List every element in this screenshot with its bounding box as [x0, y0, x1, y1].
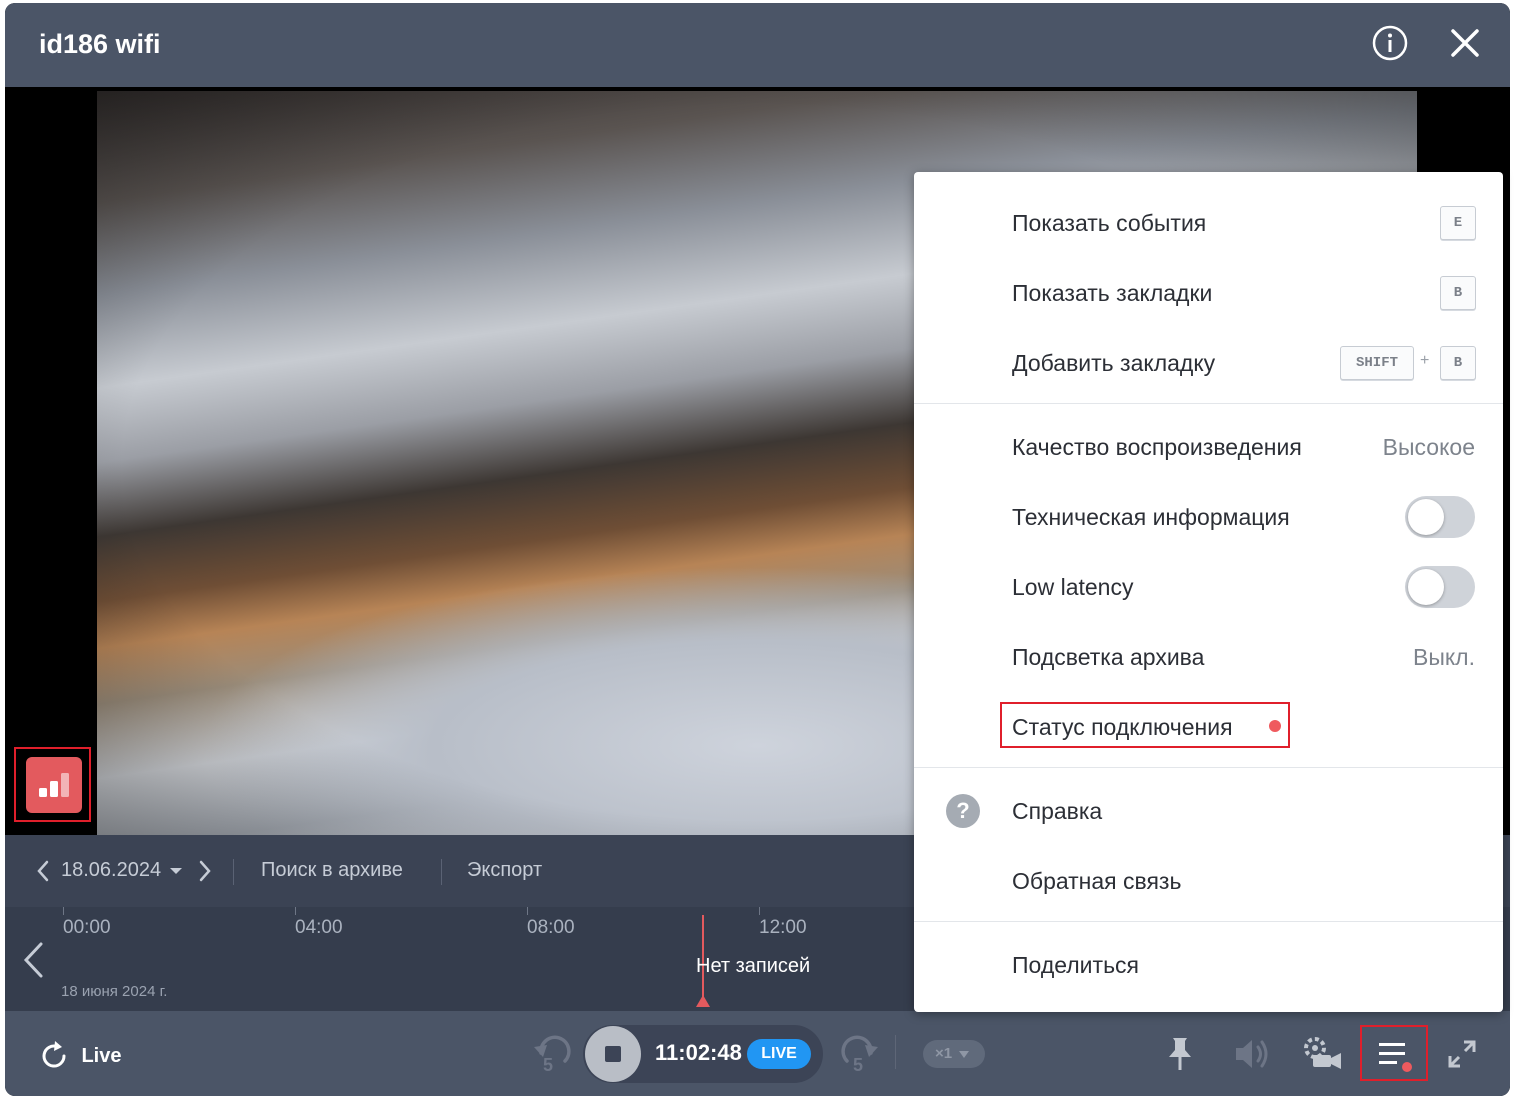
speed-selector[interactable]: ×1	[923, 1040, 985, 1068]
live-mode-button[interactable]: Live	[37, 1039, 121, 1073]
timeline-tick	[63, 907, 64, 915]
player-controls: Live 5 11:02:48 LIVE 5 ×1	[5, 1011, 1510, 1096]
current-time: 11:02:48	[655, 1040, 742, 1065]
prev-day-button[interactable]	[35, 859, 51, 889]
timeline-tick-label: 00:00	[63, 917, 111, 938]
hamburger-menu-icon	[1379, 1043, 1412, 1072]
menu-button[interactable]	[1375, 1037, 1415, 1073]
skip-forward-button[interactable]: 5	[837, 1031, 881, 1081]
search-archive-link[interactable]: Поиск в архиве	[261, 859, 403, 882]
toggle-knob	[1408, 499, 1444, 535]
title-bar: id186 wifi	[5, 3, 1510, 87]
shortcut-key: SHIFT	[1340, 346, 1414, 380]
menu-divider	[914, 403, 1503, 404]
menu-item-connection-status[interactable]: Статус подключения	[914, 702, 1503, 766]
camera-settings-button[interactable]	[1303, 1035, 1343, 1076]
pin-button[interactable]	[1165, 1035, 1195, 1078]
menu-item-show-bookmarks[interactable]: Показать закладки B	[914, 262, 1503, 322]
menu-item-help[interactable]: ? Справка	[914, 780, 1503, 840]
volume-button[interactable]	[1233, 1037, 1271, 1076]
toggle-knob	[1408, 569, 1444, 605]
chevron-left-icon	[37, 860, 49, 882]
skip-forward-seconds: 5	[853, 1055, 864, 1075]
timeline-tick	[759, 907, 760, 915]
nav-divider	[441, 859, 442, 885]
timeline-back-button[interactable]	[21, 941, 45, 984]
menu-item-label: Показать события	[1012, 210, 1207, 236]
menu-item-value: Выкл.	[1412, 644, 1475, 670]
live-mode-label: Live	[81, 1044, 122, 1067]
menu-item-label: Техническая информация	[1012, 504, 1290, 530]
menu-item-label: Добавить закладку	[1012, 350, 1216, 376]
timeline-date-caption: 18 июня 2024 г.	[61, 983, 168, 1000]
live-badge[interactable]: LIVE	[747, 1039, 811, 1069]
menu-item-playback-quality[interactable]: Качество воспроизведения Высокое	[914, 416, 1503, 476]
menu-item-low-latency: Low latency	[914, 556, 1503, 616]
timeline-tick	[527, 907, 528, 915]
menu-divider	[914, 767, 1503, 768]
connection-signal-button[interactable]	[26, 757, 82, 813]
menu-item-share[interactable]: Поделиться	[914, 934, 1503, 994]
low-latency-toggle[interactable]	[1405, 566, 1475, 608]
shortcut-plus: +	[1420, 352, 1430, 369]
no-records-label: Нет записей	[696, 955, 811, 977]
menu-item-tech-info: Техническая информация	[914, 486, 1503, 546]
chevron-right-icon	[199, 860, 211, 882]
menu-item-label: Статус подключения	[1012, 714, 1233, 740]
menu-divider	[914, 921, 1503, 922]
shortcut-key: E	[1440, 206, 1476, 240]
timeline-tick-label: 04:00	[295, 917, 343, 938]
chevron-left-icon	[23, 942, 43, 978]
stop-button[interactable]	[585, 1026, 641, 1082]
skip-back-seconds: 5	[543, 1055, 554, 1075]
camera-gear-icon	[1304, 1037, 1341, 1069]
playback-pill: 11:02:48 LIVE	[583, 1025, 823, 1083]
close-icon[interactable]	[1447, 25, 1483, 61]
caret-down-icon	[959, 1050, 970, 1058]
shortcut-key: B	[1440, 346, 1476, 380]
pin-icon	[1169, 1038, 1191, 1070]
next-day-button[interactable]	[197, 859, 213, 889]
menu-item-add-bookmark[interactable]: Добавить закладку SHIFT + B	[914, 332, 1503, 392]
timeline-tick-label: 08:00	[527, 917, 575, 938]
info-icon[interactable]	[1372, 25, 1408, 61]
date-label: 18.06.2024	[61, 859, 162, 881]
help-icon: ?	[946, 794, 980, 828]
menu-item-label: Качество воспроизведения	[1012, 434, 1302, 460]
controls-divider	[895, 1035, 896, 1069]
menu-item-label: Low latency	[1012, 574, 1134, 600]
fullscreen-button[interactable]	[1447, 1039, 1477, 1074]
shortcut-key: B	[1440, 276, 1476, 310]
status-alert-dot	[1269, 720, 1281, 732]
skip-back-button[interactable]: 5	[531, 1031, 575, 1081]
speed-value: ×1	[935, 1045, 953, 1062]
timeline-tick	[295, 907, 296, 915]
menu-item-label: Справка	[1012, 798, 1103, 824]
playhead-marker-icon	[696, 995, 710, 1007]
refresh-arrow-icon	[42, 1041, 66, 1068]
settings-menu: Показать события E Показать закладки B Д…	[914, 172, 1503, 1012]
date-picker[interactable]: 18.06.2024	[61, 859, 183, 882]
menu-item-show-events[interactable]: Показать события E	[914, 192, 1503, 252]
menu-item-feedback[interactable]: Обратная связь	[914, 850, 1503, 910]
menu-item-archive-highlight[interactable]: Подсветка архива Выкл.	[914, 626, 1503, 686]
nav-divider	[233, 859, 234, 885]
menu-item-label: Показать закладки	[1012, 280, 1213, 306]
volume-icon	[1236, 1040, 1268, 1068]
menu-item-label: Обратная связь	[1012, 868, 1182, 894]
export-link[interactable]: Экспорт	[467, 859, 542, 882]
menu-item-value: Высокое	[1382, 434, 1475, 460]
timeline-tick-label: 12:00	[759, 917, 807, 938]
caret-down-icon	[169, 867, 182, 874]
fullscreen-expand-icon	[1448, 1040, 1476, 1068]
menu-item-label: Поделиться	[1012, 952, 1140, 978]
signal-bars-icon	[39, 773, 69, 797]
stop-icon	[605, 1046, 621, 1062]
tech-info-toggle[interactable]	[1405, 496, 1475, 538]
menu-item-label: Подсветка архива	[1012, 644, 1205, 670]
camera-title: id186 wifi	[39, 29, 161, 59]
